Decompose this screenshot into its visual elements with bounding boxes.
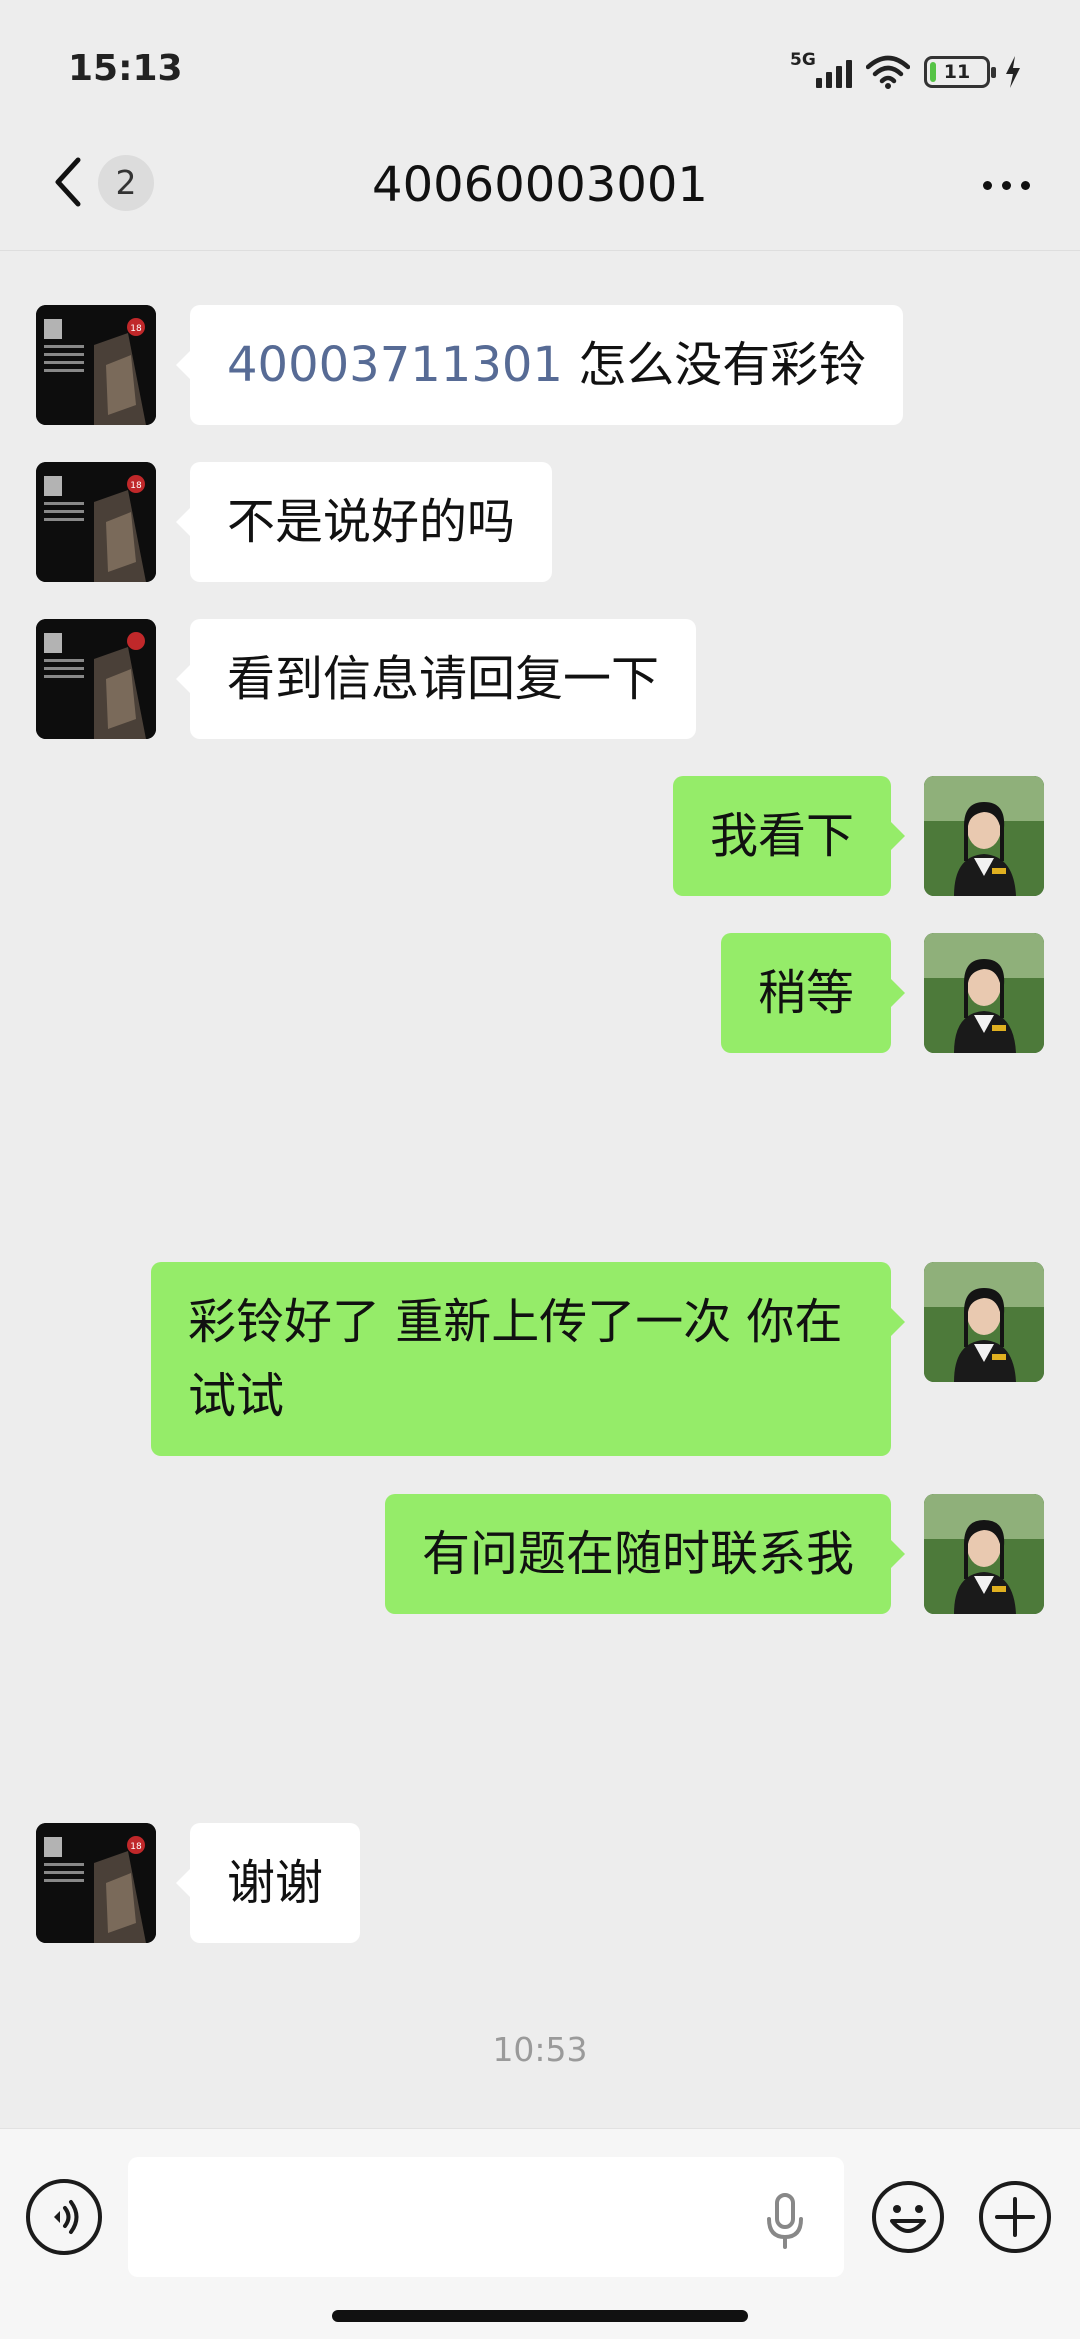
message-input[interactable] (128, 2157, 844, 2277)
status-time: 15:13 (68, 48, 183, 89)
outgoing-message[interactable]: 彩铃好了 重新上传了一次 你在试试 (151, 1262, 905, 1456)
emoji-icon (872, 2181, 944, 2253)
contact-avatar[interactable] (36, 619, 156, 739)
incoming-message[interactable]: 不是说好的吗 (175, 462, 553, 582)
wolf-avatar-image: 18 (36, 305, 156, 425)
chat-title: 40060003001 (372, 157, 708, 213)
girl-avatar-image (924, 1494, 1044, 1614)
girl-avatar-image (924, 1262, 1044, 1382)
svg-text:18: 18 (130, 481, 142, 491)
home-indicator[interactable] (332, 2310, 748, 2322)
incoming-message[interactable]: 谢谢 (175, 1823, 361, 1943)
battery-icon: 11 (924, 56, 996, 88)
network-type: 5G (790, 50, 816, 70)
contact-avatar[interactable]: 18 (36, 462, 156, 582)
more-dots-icon (982, 180, 992, 190)
contact-avatar[interactable]: 18 (36, 1823, 156, 1943)
input-bar (0, 2128, 1080, 2339)
outgoing-message[interactable]: 我看下 (672, 776, 906, 896)
incoming-message[interactable]: 看到信息请回复一下 (175, 619, 697, 739)
voice-mode-button[interactable] (26, 2179, 102, 2255)
outgoing-message[interactable]: 稍等 (720, 933, 906, 1053)
my-avatar[interactable] (924, 933, 1044, 1053)
battery-level: 11 (943, 61, 971, 83)
status-bar: 15:13 5G 11 (0, 0, 1080, 130)
girl-avatar-image (924, 776, 1044, 896)
wolf-avatar-image: 18 (36, 1823, 156, 1943)
outgoing-message[interactable]: 有问题在随时联系我 (384, 1494, 906, 1614)
wolf-avatar-image: 18 (36, 462, 156, 582)
my-avatar[interactable] (924, 1262, 1044, 1382)
chat-screen: 15:13 5G 11 2 40060003001 18 40003711301… (0, 0, 1080, 2339)
more-options-button[interactable] (966, 160, 1046, 210)
my-avatar[interactable] (924, 776, 1044, 896)
girl-avatar-image (924, 933, 1044, 1053)
phone-number-link[interactable]: 40003711301 (227, 337, 563, 393)
charging-icon (1006, 56, 1020, 88)
incoming-message[interactable]: 40003711301 怎么没有彩铃 (175, 305, 904, 425)
contact-avatar[interactable]: 18 (36, 305, 156, 425)
more-actions-button[interactable] (977, 2179, 1053, 2255)
emoji-button[interactable] (870, 2179, 946, 2255)
my-avatar[interactable] (924, 1494, 1044, 1614)
signal-icon: 5G (790, 50, 852, 90)
nav-divider (0, 250, 1080, 251)
wolf-avatar-image (36, 619, 156, 739)
status-icons: 5G 11 (790, 50, 1022, 92)
mic-icon[interactable] (760, 2191, 810, 2251)
plus-icon (979, 2181, 1051, 2253)
wifi-icon (866, 55, 910, 89)
svg-text:18: 18 (130, 1842, 142, 1852)
message-timestamp: 10:53 (492, 2030, 588, 2069)
voice-icon (54, 2200, 79, 2234)
svg-text:18: 18 (130, 324, 142, 334)
